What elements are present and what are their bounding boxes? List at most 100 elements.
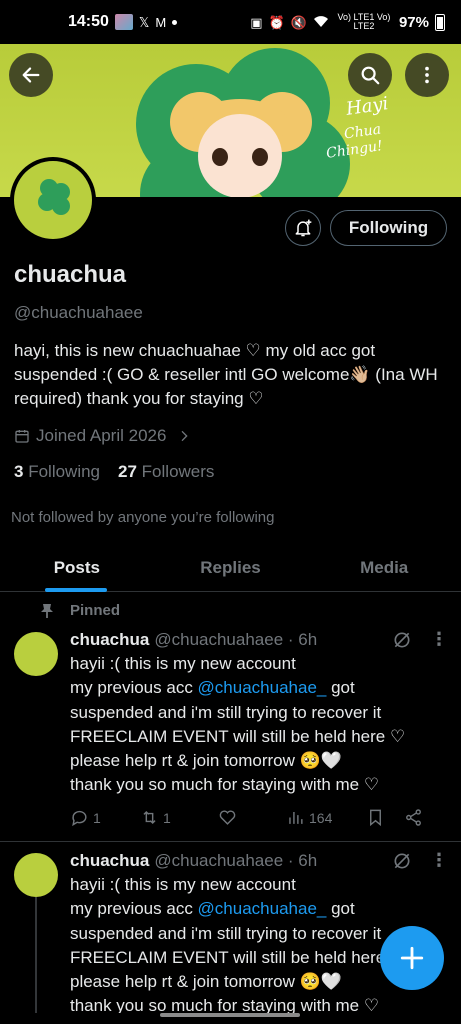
tweet-mention[interactable]: @chuachuahae_ — [198, 899, 327, 918]
tweet-author-name[interactable]: chuachua — [70, 630, 149, 650]
bell-plus-icon — [295, 219, 312, 237]
not-followed-note: Not followed by anyone you’re following — [11, 509, 275, 526]
tweet-mention[interactable]: @chuachuahae_ — [198, 678, 327, 697]
avatar-image — [14, 161, 92, 239]
tweet[interactable]: chuachua @chuachuahaee · 6h ⋮ hayii :( t… — [0, 849, 461, 1013]
network-label: Vo) LTE1 Vo) LTE2 — [337, 12, 391, 31]
followers-count: 27 — [118, 462, 137, 481]
status-left: 14:50 𝕏 M — [68, 13, 178, 31]
tweet-line: my previous acc — [70, 678, 198, 698]
views-count: 164 — [309, 809, 333, 826]
more-options-button[interactable] — [405, 53, 449, 97]
tweet-author-meta: @chuachuahaee · 6h — [154, 851, 318, 870]
gallery-notification-icon — [114, 14, 133, 30]
joined-date[interactable]: Joined April 2026 — [14, 426, 192, 446]
profile-name: chuachua — [14, 261, 127, 288]
search-button[interactable] — [348, 53, 392, 97]
tweet-actions: 1 1 164 — [70, 808, 446, 827]
more-vertical-icon — [425, 66, 429, 84]
status-time: 14:50 — [68, 13, 109, 30]
tweet-line: suspended and i'm still trying to recove… — [70, 923, 405, 1013]
notifications-button[interactable] — [285, 210, 321, 246]
heart-icon — [219, 810, 236, 825]
gmail-notification-icon: M — [155, 14, 167, 30]
pinned-label: Pinned — [40, 602, 120, 619]
battery-icon — [435, 13, 445, 31]
tweet-avatar[interactable] — [14, 632, 58, 676]
follow-counts: 3 Following 27 Followers — [14, 462, 214, 482]
tweet-line: suspended and i'm still trying to recove… — [70, 702, 406, 795]
reply-count: 1 — [93, 809, 101, 826]
alarm-icon: ⏰ — [268, 14, 285, 30]
profile-avatar[interactable] — [10, 157, 96, 243]
bookmark-button[interactable] — [366, 808, 404, 827]
tweet-header: chuachua @chuachuahaee · 6h — [70, 630, 317, 650]
chevron-right-icon — [181, 430, 189, 442]
tab-replies[interactable]: Replies — [154, 544, 308, 591]
back-button[interactable] — [9, 53, 53, 97]
more-notifications-icon — [172, 19, 178, 25]
nfc-icon: ▣ — [250, 14, 263, 30]
tweet-more-button[interactable]: ⋮ — [430, 851, 448, 873]
tweet-line: hayii :( this is my new account — [70, 654, 296, 673]
pinned-text: Pinned — [70, 602, 121, 619]
thread-line — [35, 897, 37, 1013]
mute-icon: 🔇 — [290, 14, 307, 30]
plus-icon — [400, 946, 424, 970]
tweet-text: hayii :( this is my new account my previ… — [70, 873, 420, 1013]
status-right: ▣ ⏰ 🔇 Vo) LTE1 Vo) LTE2 97% — [250, 13, 445, 31]
tab-posts[interactable]: Posts — [0, 544, 154, 592]
reply-icon — [72, 810, 87, 827]
repost-button[interactable]: 1 — [140, 808, 218, 827]
tweet-line: got — [326, 678, 355, 698]
status-bar: 14:50 𝕏 M ▣ ⏰ 🔇 Vo) LTE1 Vo) LTE2 97% — [0, 0, 461, 44]
views-icon — [289, 811, 303, 824]
arrow-left-icon — [22, 67, 40, 83]
tweet-header: chuachua @chuachuahaee · 6h — [70, 851, 317, 871]
profile-tabs: Posts Replies Media — [0, 544, 461, 592]
reply-button[interactable]: 1 — [70, 808, 140, 827]
tweet-line: hayii :( this is my new account — [70, 875, 296, 894]
profile-handle: @chuachuahaee — [14, 303, 143, 322]
following-count: 3 — [14, 462, 24, 481]
followers-count-link[interactable]: 27 Followers — [118, 462, 214, 482]
search-icon — [361, 66, 380, 85]
banner-text-hayi: Hayi — [344, 93, 390, 120]
tweet-line: got — [326, 899, 355, 919]
share-button[interactable] — [404, 808, 423, 827]
tab-media[interactable]: Media — [307, 544, 461, 591]
tweet-more-button[interactable]: ⋮ — [430, 630, 448, 652]
bookmark-icon — [370, 809, 381, 827]
avatar-clover-leaf — [52, 197, 70, 215]
tweet[interactable]: chuachua @chuachuahaee · 6h ⋮ hayii :( t… — [0, 628, 461, 840]
followers-label: Followers — [141, 462, 215, 481]
compose-post-button[interactable] — [380, 926, 444, 990]
joined-label: Joined April 2026 — [36, 426, 167, 445]
wifi-icon — [313, 14, 329, 30]
pin-icon — [41, 603, 53, 618]
banner-eye — [252, 148, 268, 166]
following-count-link[interactable]: 3 Following — [14, 462, 100, 482]
battery-percent: 97% — [398, 13, 429, 31]
share-icon — [406, 809, 421, 826]
banner-eye — [212, 148, 228, 166]
views-button[interactable]: 164 — [286, 808, 366, 827]
calendar-icon — [15, 430, 29, 443]
repost-count: 1 — [163, 809, 171, 826]
repost-icon — [143, 810, 156, 825]
banner-character-face — [198, 114, 282, 197]
x-notification-icon: 𝕏 — [138, 14, 150, 30]
tweet-author-name[interactable]: chuachua — [70, 851, 149, 871]
home-indicator[interactable] — [160, 1013, 300, 1017]
following-label: Following — [28, 462, 101, 481]
like-button[interactable] — [218, 808, 286, 827]
tweet-avatar[interactable] — [14, 853, 58, 897]
grok-icon[interactable] — [392, 851, 412, 871]
tweet-author-meta: @chuachuahaee · 6h — [154, 630, 318, 649]
following-button[interactable]: Following — [330, 210, 447, 246]
tweet-line: my previous acc — [70, 899, 198, 919]
tweet-text: hayii :( this is my new account my previ… — [70, 652, 420, 798]
grok-icon[interactable] — [392, 630, 412, 650]
profile-bio: hayi, this is new chuachuahae ♡ my old a… — [14, 341, 438, 408]
tweet-divider — [0, 841, 461, 842]
